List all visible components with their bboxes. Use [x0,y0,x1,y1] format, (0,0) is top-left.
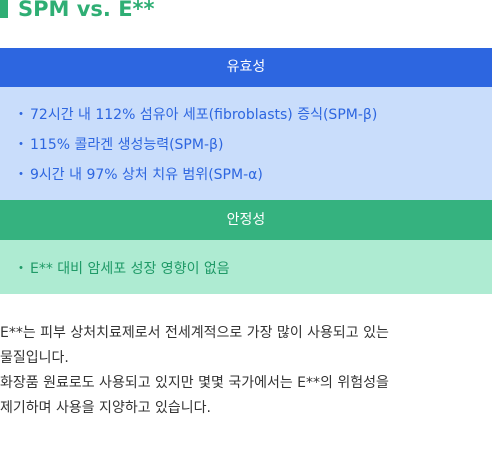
efficacy-item-text: 115% 콜라겐 생성능력(SPM-β) [30,137,224,153]
bullet-dot: ・ [14,167,28,183]
bullet-dot: ・ [14,261,28,277]
safety-item: ・ E** 대비 암세포 성장 영향이 없음 [14,258,230,278]
safety-item-text: E** 대비 암세포 성장 영향이 없음 [30,261,230,277]
comparison-page: SPM vs. E** 유효성 ・ 72시간 내 112% 섬유아 세포(fibr… [0,0,492,468]
efficacy-item: ・ 9시간 내 97% 상처 치유 범위(SPM-α) [14,164,263,184]
efficacy-panel: ・ 72시간 내 112% 섬유아 세포(fibroblasts) 증식(SPM-… [0,87,492,200]
bullet-dot: ・ [14,137,28,153]
efficacy-item: ・ 72시간 내 112% 섬유아 세포(fibroblasts) 증식(SPM-… [14,104,377,124]
efficacy-item-text: 9시간 내 97% 상처 치유 범위(SPM-α) [30,167,263,183]
description-line: 화장품 원료로도 사용되고 있지만 몇몇 국가에서는 E**의 위험성을 [0,375,389,391]
efficacy-header: 유효성 [0,48,492,87]
title-text: SPM vs. E** [18,0,155,21]
efficacy-item: ・ 115% 콜라겐 생성능력(SPM-β) [14,134,223,154]
safety-header: 안정성 [0,200,492,240]
description-line: 물질입니다. [0,350,69,366]
efficacy-item-text: 72시간 내 112% 섬유아 세포(fibroblasts) 증식(SPM-β… [30,107,378,123]
safety-panel: ・ E** 대비 암세포 성장 영향이 없음 [0,240,492,294]
description-line: 제기하며 사용을 지양하고 있습니다. [0,400,211,416]
title-accent-bar [0,0,8,18]
description-line: E**는 피부 상처치료제로서 전세계적으로 가장 많이 사용되고 있는 [0,325,389,341]
section-title: SPM vs. E** [0,0,155,24]
bullet-dot: ・ [14,107,28,123]
